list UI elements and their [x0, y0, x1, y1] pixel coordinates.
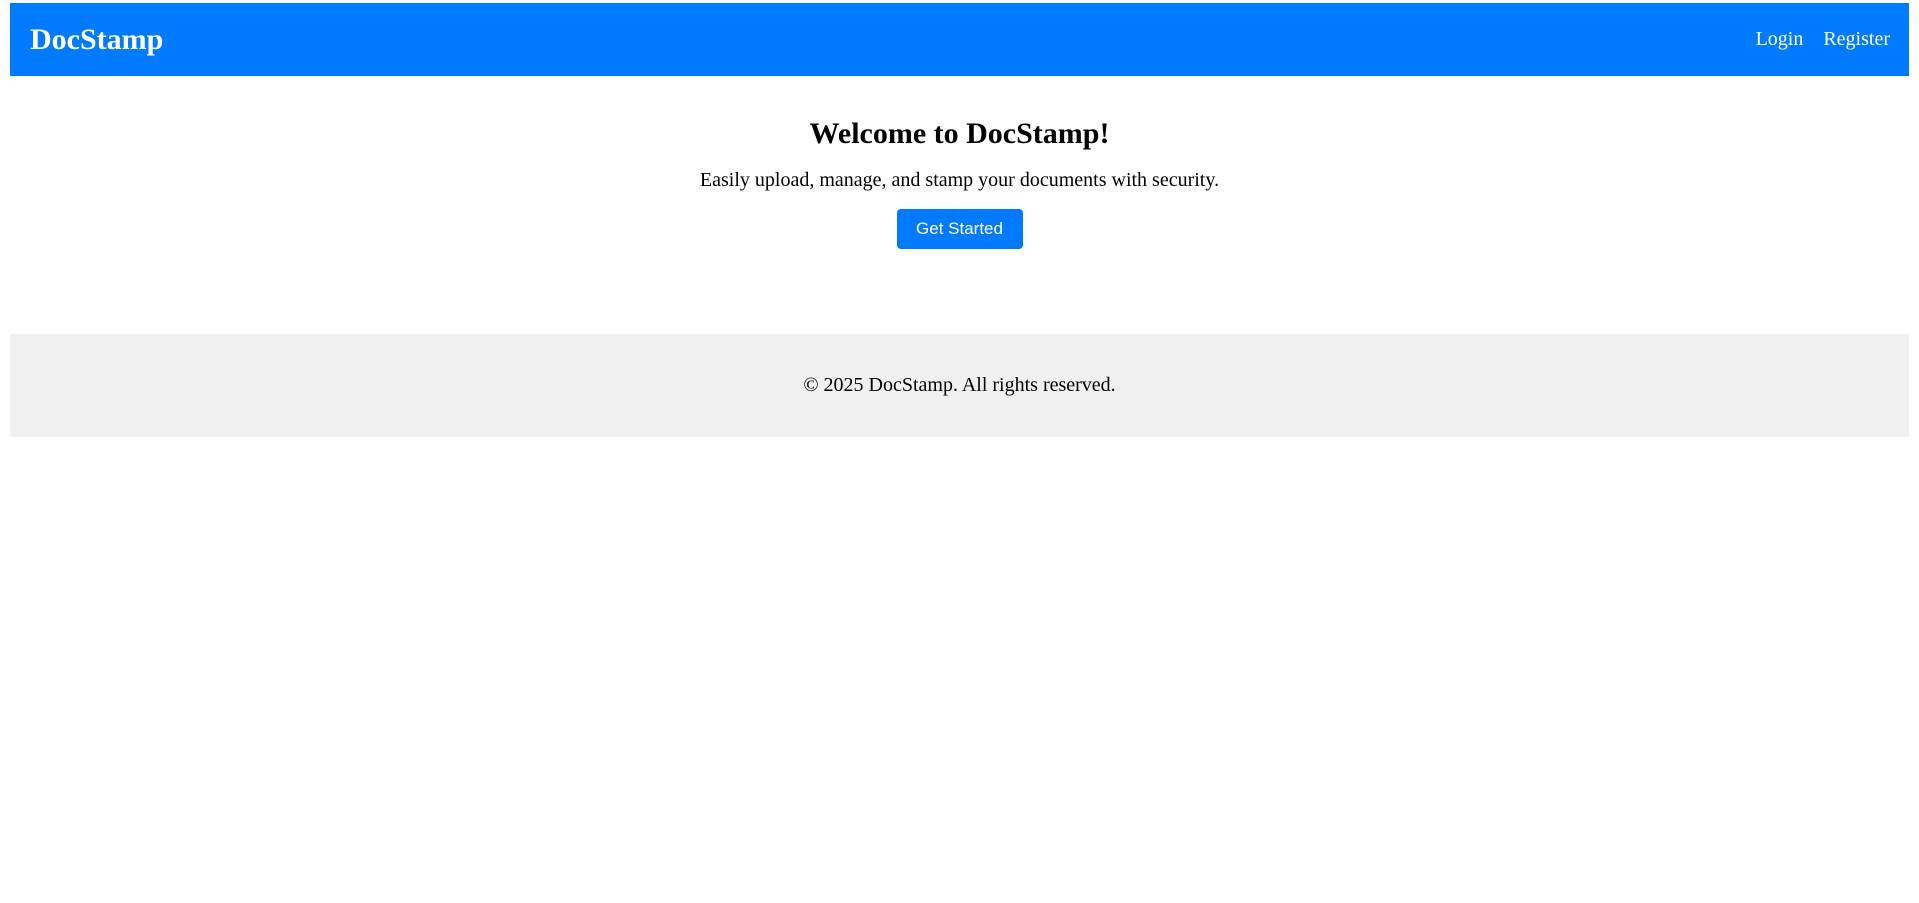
hero-subtitle: Easily upload, manage, and stamp your do… [699, 169, 1220, 191]
get-started-button[interactable]: Get Started [896, 209, 1023, 249]
register-link[interactable]: Register [1823, 28, 1890, 51]
hero-section: Welcome to DocStamp! Easily upload, mana… [10, 76, 1909, 334]
hero-title: Welcome to DocStamp! [809, 117, 1110, 150]
footer-copyright: © 2025 DocStamp. All rights reserved. [803, 374, 1116, 396]
login-link[interactable]: Login [1756, 28, 1804, 51]
top-navbar: DocStamp Login Register [10, 3, 1909, 76]
header-nav: Login Register [1756, 28, 1890, 51]
page-frame: DocStamp Login Register Welcome to DocSt… [10, 3, 1909, 437]
page-footer: © 2025 DocStamp. All rights reserved. [10, 334, 1909, 437]
brand-logo-text[interactable]: DocStamp [30, 23, 163, 57]
